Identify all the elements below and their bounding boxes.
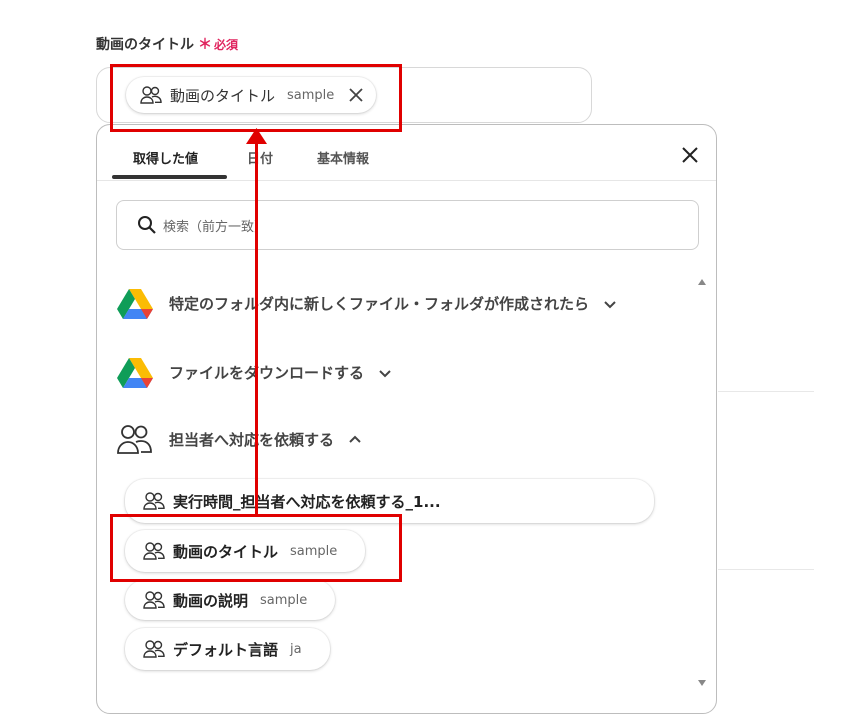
scroll-up-arrow[interactable] — [698, 279, 706, 285]
list-item[interactable]: デフォルト言語 ja — [125, 628, 330, 670]
required-star: ＊ — [198, 37, 212, 53]
tab-date[interactable]: 日付 — [247, 148, 273, 167]
search-placeholder: 検索（前方一致） — [163, 219, 268, 235]
item-value: ja — [290, 641, 302, 657]
item-name: 動画の説明 — [173, 591, 249, 610]
chevron-down-icon — [603, 296, 617, 310]
item-name: 実行時間_担当者へ対応を依頼する_1... — [173, 492, 441, 511]
group-folder-trigger[interactable]: 特定のフォルダ内に新しくファイル・フォルダが作成されたら — [117, 287, 617, 319]
item-value: sample — [260, 592, 308, 608]
tab-acquired-values[interactable]: 取得した値 — [133, 148, 198, 167]
search-input[interactable]: 検索（前方一致） — [116, 200, 699, 250]
group-title: ファイルをダウンロードする — [169, 363, 365, 382]
active-tab-indicator — [112, 175, 227, 179]
list-item[interactable]: 動画の説明 sample — [125, 580, 336, 620]
users-icon — [117, 423, 153, 455]
annotation-arrow-head-icon — [246, 128, 267, 144]
field-label: 動画のタイトル＊必須 — [96, 34, 238, 54]
required-text: 必須 — [214, 38, 239, 52]
tab-bar: 取得した値 日付 基本情報 — [97, 125, 716, 181]
group-title: 担当者へ対応を依頼する — [169, 430, 335, 449]
value-picker-dropdown: 取得した値 日付 基本情報 検索（前方一致） 特定のフォルダ内に新しくファイル・… — [96, 124, 717, 714]
chevron-down-icon — [378, 365, 392, 379]
google-drive-icon — [117, 287, 153, 319]
group-title: 特定のフォルダ内に新しくファイル・フォルダが作成されたら — [169, 294, 590, 313]
scroll-down-arrow[interactable] — [698, 680, 706, 686]
search-icon — [137, 215, 157, 235]
highlight-box-source — [110, 514, 402, 582]
close-icon[interactable] — [680, 145, 700, 165]
divider — [718, 391, 814, 392]
divider — [718, 569, 814, 570]
users-icon — [143, 590, 165, 610]
annotation-arrow-line — [255, 140, 258, 514]
tab-basic-info[interactable]: 基本情報 — [317, 148, 369, 167]
highlight-box-target — [110, 64, 402, 132]
group-request-assignee[interactable]: 担当者へ対応を依頼する — [117, 423, 362, 455]
google-drive-icon — [117, 356, 153, 388]
users-icon — [143, 491, 165, 511]
field-label-text: 動画のタイトル — [96, 37, 194, 53]
item-name: デフォルト言語 — [173, 640, 279, 659]
chevron-up-icon — [348, 432, 362, 446]
users-icon — [143, 639, 165, 659]
